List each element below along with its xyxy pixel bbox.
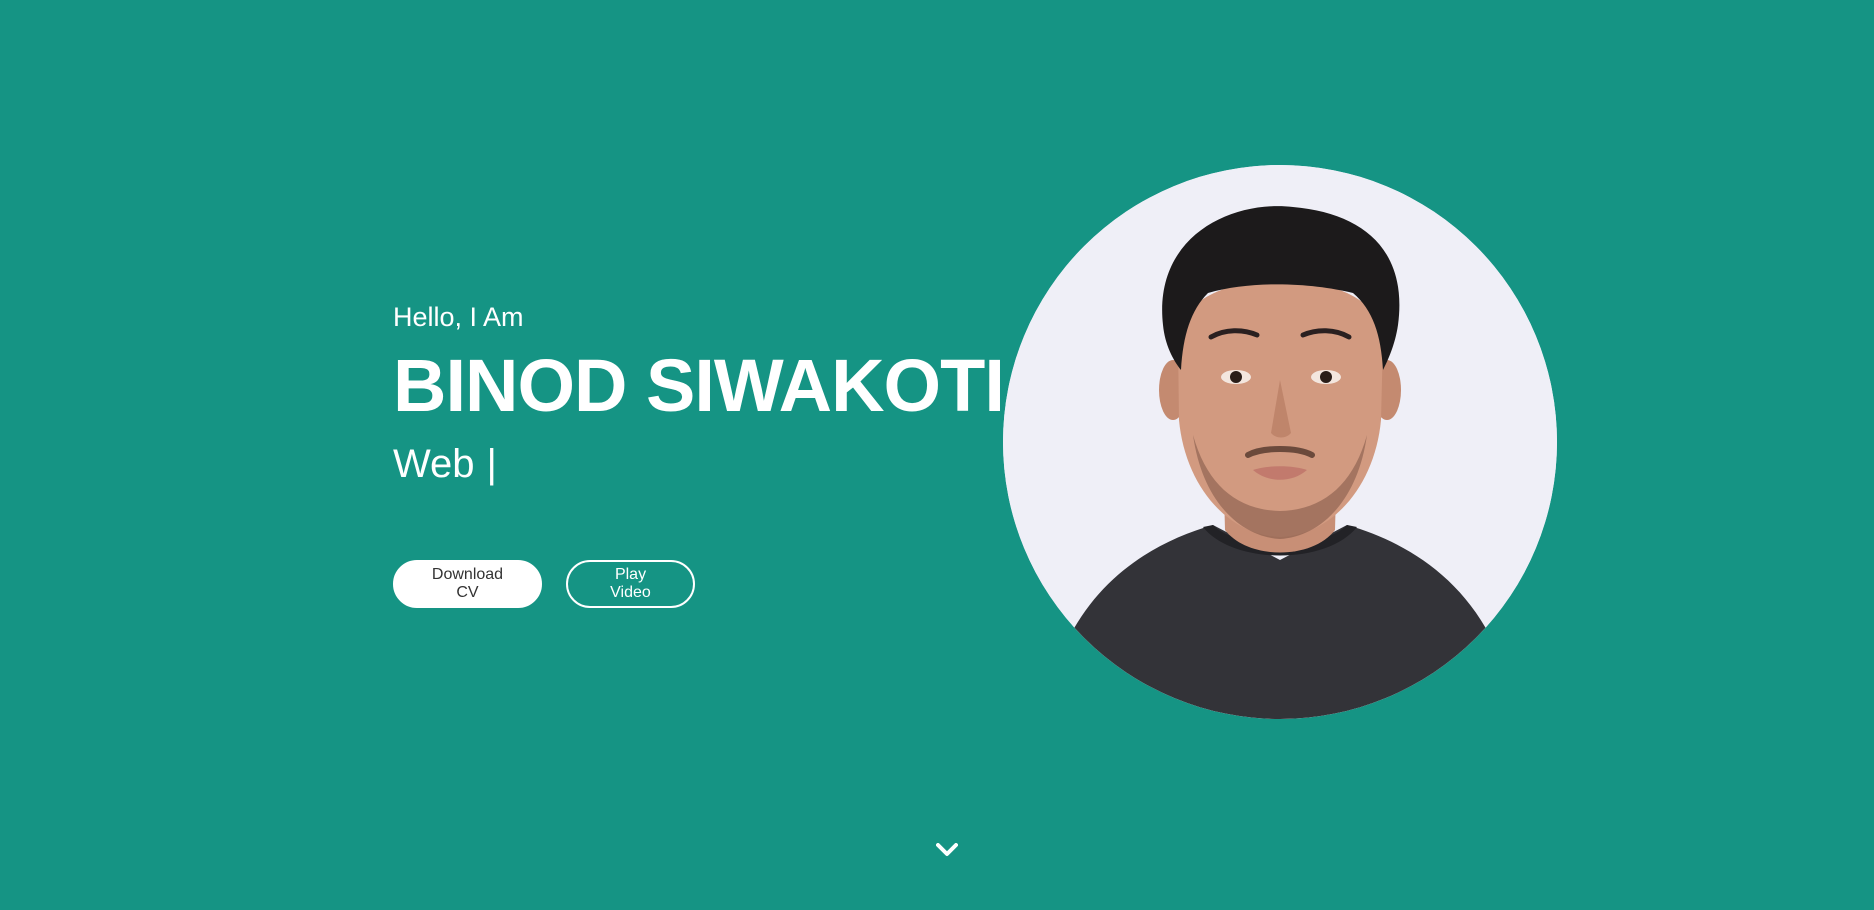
hero-intro: Hello, I Am BINOD SIWAKOTI Web |	[393, 300, 1005, 486]
hero-section: Hello, I Am BINOD SIWAKOTI Web | Download…	[0, 0, 1874, 910]
hero-greeting: Hello, I Am	[393, 302, 524, 332]
scroll-down-button[interactable]	[935, 838, 959, 862]
download-cv-button[interactable]: Download CV	[393, 560, 542, 608]
chevron-down-icon	[936, 843, 958, 856]
profile-photo	[1003, 165, 1557, 719]
hero-role-text: Web	[393, 442, 475, 486]
hero-actions: Download CV Play Video	[393, 560, 695, 608]
profile-photo-illustration	[1003, 165, 1557, 719]
play-video-button[interactable]: Play Video	[566, 560, 695, 608]
hero-name: BINOD SIWAKOTI	[393, 344, 1005, 427]
hero-role: Web |	[393, 442, 993, 486]
typing-cursor: |	[486, 442, 497, 486]
